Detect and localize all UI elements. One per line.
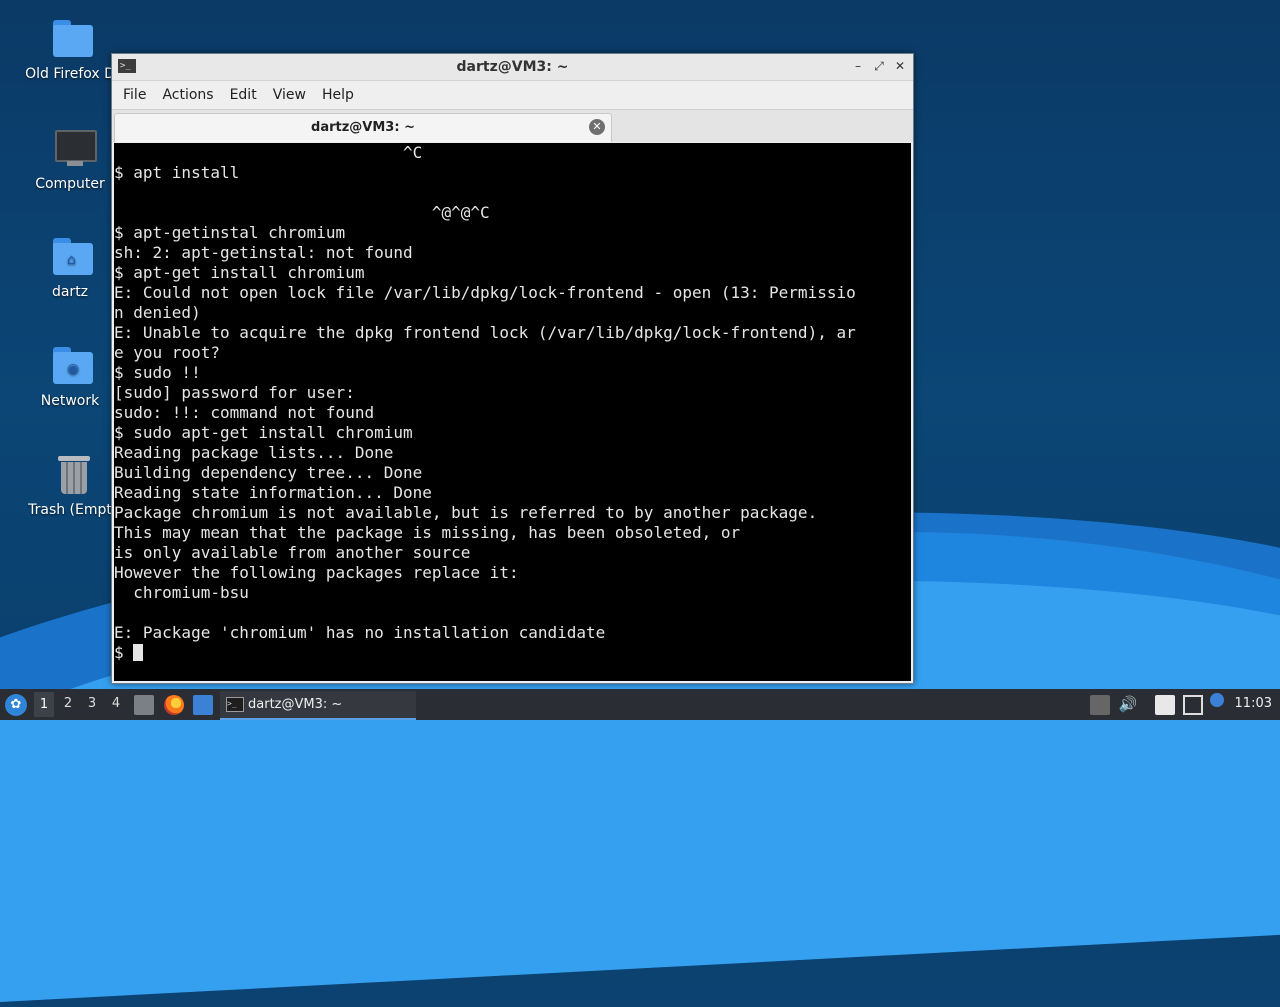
desktop-icon-label: Old Firefox D bbox=[25, 66, 115, 82]
clipboard-icon[interactable] bbox=[1155, 695, 1175, 715]
workspace-3[interactable]: 3 bbox=[82, 696, 102, 711]
maximize-icon[interactable]: ⤢ bbox=[870, 57, 888, 75]
network-folder-icon: ◉ bbox=[53, 347, 97, 387]
taskbar-task-label: dartz@VM3: ~ bbox=[248, 697, 343, 712]
desktop-icon-label: dartz bbox=[51, 284, 89, 300]
terminal-line: $ apt install bbox=[114, 163, 240, 182]
home-folder-icon: ⌂ bbox=[53, 238, 97, 278]
volume-icon[interactable]: 🔊 bbox=[1118, 695, 1138, 715]
workspace-2[interactable]: 2 bbox=[58, 696, 78, 711]
menubar: File Actions Edit View Help bbox=[112, 81, 913, 109]
menu-edit[interactable]: Edit bbox=[223, 87, 264, 103]
terminal-line: Building dependency tree... Done bbox=[114, 463, 423, 482]
terminal-lines: ^C $ apt install ^@^@^C $ apt-getinstal ch… bbox=[114, 143, 911, 643]
window-title: dartz@VM3: ~ bbox=[456, 59, 569, 75]
terminal-output[interactable]: ^C $ apt install ^@^@^C $ apt-getinstal ch… bbox=[114, 143, 911, 681]
tab-close-icon[interactable]: ✕ bbox=[589, 119, 605, 135]
terminal-line: sh: 2: apt-getinstal: not found bbox=[114, 243, 413, 262]
computer-icon bbox=[53, 130, 97, 170]
terminal-window[interactable]: >_ dartz@VM3: ~ – ⤢ ✕ File Actions Edit … bbox=[111, 53, 914, 684]
terminal-line: is only available from another source bbox=[114, 543, 471, 562]
terminal-line: $ apt-get install chromium bbox=[114, 263, 365, 282]
desktop-icon-label: Network bbox=[40, 393, 100, 409]
network-icon[interactable] bbox=[1183, 695, 1203, 715]
folder-icon bbox=[53, 20, 97, 60]
tab-terminal[interactable]: dartz@VM3: ~ ✕ bbox=[114, 113, 612, 142]
terminal-line: E: Package 'chromium' has no installatio… bbox=[114, 623, 606, 642]
menu-view[interactable]: View bbox=[266, 87, 313, 103]
desktop-icon-label: Computer bbox=[35, 176, 105, 192]
prompt: $ bbox=[114, 643, 134, 662]
terminal-line: ^@^@^C bbox=[114, 203, 490, 222]
firefox-icon[interactable] bbox=[164, 695, 184, 715]
minimize-icon[interactable]: – bbox=[849, 57, 867, 75]
terminal-line: [sudo] password for user: bbox=[114, 383, 355, 402]
taskbar-task-terminal[interactable]: >_ dartz@VM3: ~ bbox=[220, 691, 416, 720]
file-manager-icon[interactable] bbox=[134, 695, 154, 715]
tray-arrow-icon[interactable] bbox=[1090, 695, 1110, 715]
text-cursor bbox=[133, 644, 144, 661]
terminal-line: $ sudo apt-get install chromium bbox=[114, 423, 413, 442]
terminal-line: However the following packages replace i… bbox=[114, 563, 519, 582]
terminal-prompt-line[interactable]: $ bbox=[114, 643, 911, 663]
clock[interactable]: 11:03 bbox=[1235, 696, 1272, 711]
terminal-line: sudo: !!: command not found bbox=[114, 403, 375, 422]
workspace-4[interactable]: 4 bbox=[106, 696, 126, 711]
start-menu-icon[interactable]: ✿ bbox=[5, 694, 27, 716]
menu-file[interactable]: File bbox=[116, 87, 153, 103]
terminal-line: n denied) bbox=[114, 303, 201, 322]
terminal-line: $ apt-getinstal chromium bbox=[114, 223, 346, 242]
terminal-line: Reading state information... Done bbox=[114, 483, 432, 502]
terminal-line: Reading package lists... Done bbox=[114, 443, 394, 462]
window-titlebar[interactable]: >_ dartz@VM3: ~ – ⤢ ✕ bbox=[112, 54, 913, 81]
notification-icon[interactable] bbox=[1210, 693, 1224, 707]
menu-help[interactable]: Help bbox=[315, 87, 361, 103]
workspace-1[interactable]: 1 bbox=[34, 692, 54, 717]
terminal-task-icon: >_ bbox=[226, 697, 244, 712]
terminal-line: Package chromium is not available, but i… bbox=[114, 503, 818, 522]
show-desktop-icon[interactable] bbox=[193, 695, 213, 715]
tab-title: dartz@VM3: ~ bbox=[311, 120, 415, 135]
terminal-line: chromium-bsu bbox=[114, 583, 249, 602]
tab-bar: dartz@VM3: ~ ✕ bbox=[112, 109, 913, 142]
taskbar: ✿ 1 2 3 4 >_ dartz@VM3: ~ 🔊 11:03 bbox=[0, 689, 1280, 720]
terminal-line: $ sudo !! bbox=[114, 363, 201, 382]
terminal-line: This may mean that the package is missin… bbox=[114, 523, 741, 542]
desktop-icon-label: Trash (Empt bbox=[28, 502, 112, 518]
terminal-line: E: Unable to acquire the dpkg frontend l… bbox=[114, 323, 856, 342]
trash-icon bbox=[53, 456, 97, 496]
terminal-line: ^C bbox=[114, 143, 423, 162]
close-icon[interactable]: ✕ bbox=[891, 57, 909, 75]
menu-actions[interactable]: Actions bbox=[155, 87, 220, 103]
terminal-line: e you root? bbox=[114, 343, 220, 362]
terminal-line: E: Could not open lock file /var/lib/dpk… bbox=[114, 283, 856, 302]
